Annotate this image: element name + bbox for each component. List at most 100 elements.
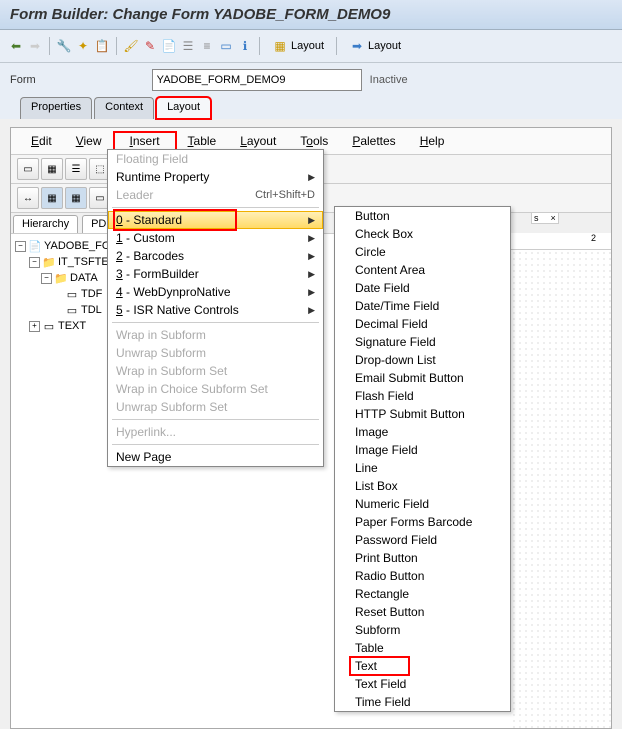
insert-wrap-choice: Wrap in Choice Subform Set xyxy=(108,380,323,398)
submenu-item-time-field[interactable]: Time Field xyxy=(335,693,510,711)
tool-icon-6[interactable]: 📄 xyxy=(161,38,177,54)
submenu-item-text[interactable]: Text xyxy=(335,657,510,675)
submenu-item-text-field[interactable]: Text Field xyxy=(335,675,510,693)
info-icon[interactable]: ℹ xyxy=(237,38,253,54)
layout-editor: EEditdit View Insert Table Layout Tools … xyxy=(10,127,612,729)
tool-icon-8[interactable]: ≡ xyxy=(199,38,215,54)
insert-unwrap-subform-set: Unwrap Subform Set xyxy=(108,398,323,416)
itb-1[interactable]: ▭ xyxy=(17,158,39,180)
close-icon[interactable]: × xyxy=(551,213,556,223)
insert-wrap-subform: Wrap in Subform xyxy=(108,326,323,344)
menu-tools[interactable]: Tools xyxy=(288,132,340,150)
insert-menu: Floating Field Runtime Property▶ LeaderC… xyxy=(107,149,324,467)
submenu-item-line[interactable]: Line xyxy=(335,459,510,477)
submenu-item-list-box[interactable]: List Box xyxy=(335,477,510,495)
submenu-arrow-icon: ▶ xyxy=(308,251,315,262)
submenu-item-paper-forms-barcode[interactable]: Paper Forms Barcode xyxy=(335,513,510,531)
submenu-item-print-button[interactable]: Print Button xyxy=(335,549,510,567)
menu-table[interactable]: Table xyxy=(176,132,229,150)
arrow-icon: ➡ xyxy=(349,38,365,54)
layout-button-2[interactable]: ➡ Layout xyxy=(343,35,407,57)
expand-icon[interactable]: + xyxy=(29,321,40,332)
submenu-item-flash-field[interactable]: Flash Field xyxy=(335,387,510,405)
menu-separator xyxy=(112,444,319,445)
standard-submenu: ButtonCheck BoxCircleContent AreaDate Fi… xyxy=(334,206,511,712)
submenu-item-date-field[interactable]: Date Field xyxy=(335,279,510,297)
insert-wrap-subform-set: Wrap in Subform Set xyxy=(108,362,323,380)
insert-webdynpro[interactable]: 4 - WebDynproNative▶ xyxy=(108,283,323,301)
submenu-item-drop-down-list[interactable]: Drop-down List xyxy=(335,351,510,369)
submenu-item-decimal-field[interactable]: Decimal Field xyxy=(335,315,510,333)
tool-icon-5[interactable]: ✎ xyxy=(142,38,158,54)
itb2-1[interactable]: ↔ xyxy=(17,187,39,209)
submenu-item-image-field[interactable]: Image Field xyxy=(335,441,510,459)
submenu-item-check-box[interactable]: Check Box xyxy=(335,225,510,243)
insert-leader: LeaderCtrl+Shift+D xyxy=(108,186,323,204)
itb2-3[interactable]: ▦ xyxy=(65,187,87,209)
text-icon: ▭ xyxy=(65,304,79,317)
submenu-item-image[interactable]: Image xyxy=(335,423,510,441)
submenu-item-numeric-field[interactable]: Numeric Field xyxy=(335,495,510,513)
submenu-item-rectangle[interactable]: Rectangle xyxy=(335,585,510,603)
tree-tdl-label: TDL xyxy=(81,304,102,316)
itb2-2[interactable]: ▦ xyxy=(41,187,63,209)
layout-button-1[interactable]: ▦ Layout xyxy=(266,35,330,57)
form-row: Form Inactive xyxy=(0,63,622,97)
insert-hyperlink: Hyperlink... xyxy=(108,423,323,441)
text-icon: ▭ xyxy=(65,288,79,301)
tab-layout[interactable]: Layout xyxy=(156,97,211,119)
menu-view[interactable]: View xyxy=(64,132,114,150)
folder-icon: 📁 xyxy=(54,272,68,285)
insert-barcodes[interactable]: 2 - Barcodes▶ xyxy=(108,247,323,265)
form-name-input[interactable] xyxy=(152,69,362,91)
submenu-item-table[interactable]: Table xyxy=(335,639,510,657)
submenu-item-http-submit-button[interactable]: HTTP Submit Button xyxy=(335,405,510,423)
tool-icon-3[interactable]: 📋 xyxy=(94,38,110,54)
tab-context[interactable]: Context xyxy=(94,97,154,119)
submenu-item-signature-field[interactable]: Signature Field xyxy=(335,333,510,351)
submenu-item-email-submit-button[interactable]: Email Submit Button xyxy=(335,369,510,387)
tool-icon-2[interactable]: ✦ xyxy=(75,38,91,54)
submenu-item-date-time-field[interactable]: Date/Time Field xyxy=(335,297,510,315)
back-icon[interactable]: ⬅ xyxy=(8,38,24,54)
collapse-icon[interactable]: − xyxy=(15,241,26,252)
submenu-item-content-area[interactable]: Content Area xyxy=(335,261,510,279)
tool-icon-7[interactable]: ☰ xyxy=(180,38,196,54)
submenu-item-radio-button[interactable]: Radio Button xyxy=(335,567,510,585)
collapse-icon[interactable]: − xyxy=(29,257,40,268)
forward-icon[interactable]: ➡ xyxy=(27,38,43,54)
insert-new-page[interactable]: New Page xyxy=(108,448,323,466)
collapse-icon[interactable]: − xyxy=(41,273,52,284)
menu-layout[interactable]: Layout xyxy=(228,132,288,150)
canvas[interactable] xyxy=(511,250,611,728)
submenu-arrow-icon: ▶ xyxy=(308,287,315,298)
insert-isr[interactable]: 5 - ISR Native Controls▶ xyxy=(108,301,323,319)
layout-icon: ▦ xyxy=(272,38,288,54)
submenu-item-subform[interactable]: Subform xyxy=(335,621,510,639)
menu-edit[interactable]: EEditdit xyxy=(19,132,64,150)
submenu-item-password-field[interactable]: Password Field xyxy=(335,531,510,549)
menu-palettes[interactable]: Palettes xyxy=(340,132,407,150)
layout-label: Layout xyxy=(291,40,324,52)
itb-3[interactable]: ☰ xyxy=(65,158,87,180)
itb-2[interactable]: ▦ xyxy=(41,158,63,180)
insert-custom[interactable]: 1 - Custom▶ xyxy=(108,229,323,247)
submenu-item-button[interactable]: Button xyxy=(335,207,510,225)
insert-standard[interactable]: 0 - Standard▶ xyxy=(108,211,323,229)
insert-formbuilder[interactable]: 3 - FormBuilder▶ xyxy=(108,265,323,283)
submenu-arrow-icon: ▶ xyxy=(308,233,315,244)
main-tabs: Properties Context Layout xyxy=(0,97,622,119)
tool-icon-4[interactable]: 🖌 xyxy=(123,38,139,54)
tool-icon-9[interactable]: ▭ xyxy=(218,38,234,54)
menu-help[interactable]: Help xyxy=(408,132,457,150)
ruler: 2 xyxy=(511,233,611,250)
submenu-item-reset-button[interactable]: Reset Button xyxy=(335,603,510,621)
menu-insert[interactable]: Insert xyxy=(114,132,176,150)
submenu-arrow-icon: ▶ xyxy=(308,172,315,183)
panel-tab-hierarchy[interactable]: Hierarchy xyxy=(13,215,78,233)
tool-icon-1[interactable]: 🔧 xyxy=(56,38,72,54)
submenu-item-circle[interactable]: Circle xyxy=(335,243,510,261)
insert-runtime-property[interactable]: Runtime Property▶ xyxy=(108,168,323,186)
ruler-close[interactable]: s × xyxy=(531,212,559,224)
tab-properties[interactable]: Properties xyxy=(20,97,92,119)
